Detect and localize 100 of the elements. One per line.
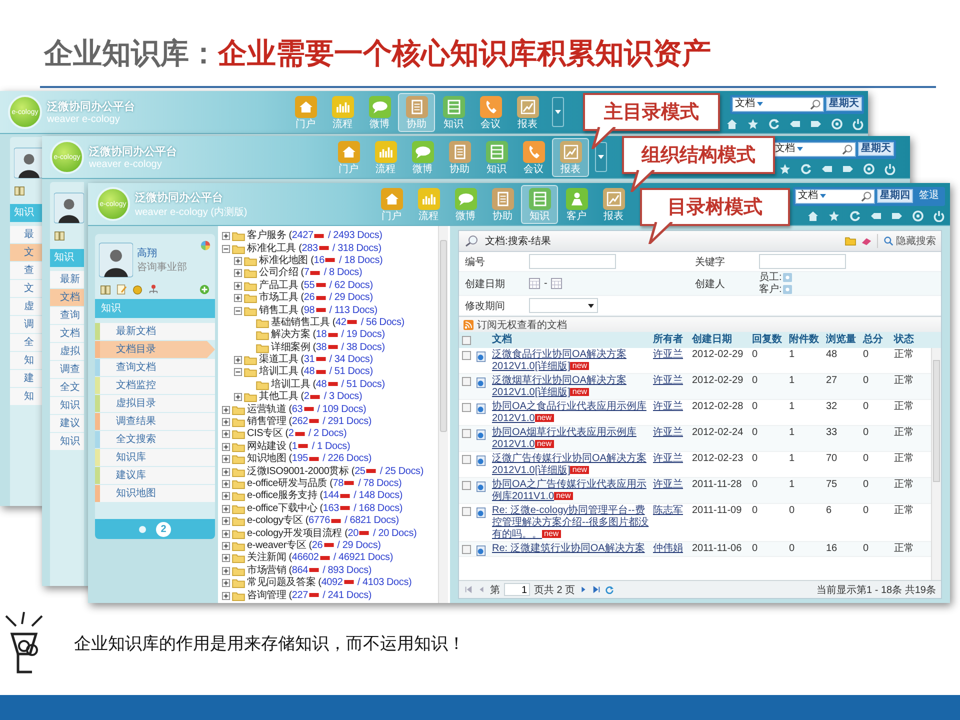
expand-icon[interactable]	[222, 442, 230, 451]
menu-item[interactable]: 文档目录	[95, 341, 215, 358]
checkbox[interactable]	[462, 351, 470, 360]
sidebar-item[interactable]: 文	[10, 244, 43, 261]
nav-tab[interactable]: 客户	[558, 184, 595, 224]
page-dot-icon[interactable]	[139, 526, 146, 532]
tree-item[interactable]: 关注新闻 (46602 / 46921 Docs)	[247, 552, 393, 564]
owner-link[interactable]: 陈志军	[653, 505, 683, 516]
org-chart-icon[interactable]	[148, 284, 159, 295]
checkbox[interactable]	[462, 545, 470, 554]
sidebar-item[interactable]: 知识	[50, 397, 84, 414]
eraser-icon[interactable]	[861, 236, 872, 246]
menu-item[interactable]: 调查结果	[95, 413, 215, 430]
search-icon[interactable]	[810, 98, 821, 110]
scroll-thumb[interactable]	[933, 360, 940, 482]
tree-item[interactable]: e-weaver专区 (26 / 29 Docs)	[247, 540, 381, 552]
tree-item[interactable]: CIS专区 (2 / 2 Docs)	[247, 428, 347, 440]
target-icon[interactable]	[863, 162, 875, 174]
column-header[interactable]: 浏览量	[823, 334, 860, 346]
more-menu-button[interactable]	[595, 142, 607, 172]
expand-icon[interactable]	[222, 232, 230, 240]
logout-button[interactable]: 签退	[915, 189, 943, 203]
column-header[interactable]: 所有者	[650, 334, 689, 346]
search-field[interactable]: 文档	[772, 142, 856, 156]
tree-item[interactable]: 运营轨道 (63 / 109 Docs)	[247, 404, 366, 416]
tree-item[interactable]: 解决方案 (18 / 19 Docs)	[271, 329, 385, 342]
tree-item[interactable]: 市场工具 (26 / 29 Docs)	[259, 292, 373, 304]
sidebar-item[interactable]: 建	[10, 370, 43, 387]
tree-item[interactable]: 网站建设 (1 / 1 Docs)	[247, 440, 350, 453]
owner-link[interactable]: 许亚兰	[653, 375, 683, 386]
tree-item[interactable]: 其他工具 (2 / 3 Docs)	[259, 391, 362, 404]
star-icon[interactable]	[779, 162, 791, 174]
tree-item[interactable]: e-cology开发项目流程 (20 / 20 Docs)	[247, 528, 417, 540]
expand-icon[interactable]	[222, 492, 230, 500]
home-icon[interactable]	[726, 118, 738, 130]
column-header[interactable]: 状态	[891, 334, 924, 346]
column-header[interactable]: 文档	[489, 334, 650, 346]
document-link[interactable]: Re: 泛微建筑行业协同OA解决方案	[492, 543, 650, 555]
owner-link[interactable]: 许亚兰	[653, 479, 683, 490]
tree-item[interactable]: 市场营销 (864 / 893 Docs)	[247, 564, 372, 577]
column-header[interactable]: 回复数	[749, 334, 786, 346]
day-button[interactable]: 星期天	[858, 142, 894, 156]
sidebar-item[interactable]: 全文	[50, 379, 84, 396]
tree-item[interactable]: e-cology专区 (6776 / 6821 Docs)	[247, 515, 399, 528]
power-icon[interactable]	[884, 162, 896, 174]
expand-icon[interactable]	[222, 504, 230, 513]
tree-item[interactable]: 标准化地图 (16 / 18 Docs)	[259, 254, 383, 267]
expand-icon[interactable]	[222, 455, 230, 464]
first-page-icon[interactable]	[464, 585, 473, 594]
tree-item[interactable]: 基础销售工具 (42 / 56 Docs)	[271, 316, 404, 329]
sidebar-item[interactable]: 文档	[50, 325, 84, 342]
sidebar-item[interactable]: 虚拟	[50, 343, 84, 360]
calendar-icon[interactable]	[551, 278, 562, 289]
sidebar-item[interactable]: 知识	[50, 433, 84, 450]
expand-icon[interactable]	[234, 282, 242, 290]
sidebar-item[interactable]: 文	[10, 280, 43, 297]
power-icon[interactable]	[852, 118, 864, 130]
tree-item[interactable]: 渠道工具 (31 / 34 Docs)	[259, 354, 373, 366]
tree-item[interactable]: e-office下载中心 (163 / 168 Docs)	[247, 502, 403, 515]
tree-item[interactable]: 泛微ISO9001-2000贯标 (25 / 25 Docs)	[247, 466, 424, 478]
star-icon[interactable]	[747, 118, 759, 130]
expand-icon[interactable]	[222, 480, 230, 488]
search-icon[interactable]	[861, 190, 872, 202]
menu-item[interactable]: 知识地图	[95, 485, 215, 502]
expand-icon[interactable]	[222, 406, 230, 414]
owner-link[interactable]: 许亚兰	[653, 453, 683, 464]
sidebar-item[interactable]: 查	[10, 262, 43, 279]
sidebar-item[interactable]: 知	[10, 352, 43, 369]
day-button[interactable]: 星期四	[877, 189, 913, 203]
target-icon[interactable]	[831, 118, 843, 130]
expand-icon[interactable]	[222, 430, 230, 438]
tree-item[interactable]: 产品工具 (55 / 62 Docs)	[259, 280, 373, 292]
owner-link[interactable]: 许亚兰	[653, 349, 683, 360]
sidebar-item[interactable]: 虚	[10, 298, 43, 315]
column-header[interactable]: 总分	[860, 334, 891, 346]
subscribe-link[interactable]: 订阅无权查看的文档	[477, 318, 567, 332]
expand-icon[interactable]	[222, 530, 230, 538]
tree-item[interactable]: 常见问题及答案 (4092 / 4103 Docs)	[247, 577, 412, 590]
input-field[interactable]	[529, 254, 616, 269]
tree-item[interactable]: 详细案例 (38 / 38 Docs)	[271, 342, 385, 354]
tree-item[interactable]: e-office服务支持 (144 / 148 Docs)	[247, 490, 403, 502]
expand-icon[interactable]	[222, 566, 230, 575]
document-link[interactable]: 泛微烟草行业协同OA解决方案2012V1.0[详细版] new	[492, 375, 650, 399]
document-link[interactable]: 协同OA烟草行业代表应用示例库2012V1.0 new	[492, 427, 650, 451]
expand-icon[interactable]	[222, 418, 230, 426]
tree-item[interactable]: 知识地图 (195 / 226 Docs)	[247, 453, 372, 466]
checkbox[interactable]	[462, 403, 470, 412]
hide-search-button[interactable]: 隐藏搜索	[877, 234, 936, 248]
collapse-icon[interactable]	[234, 306, 242, 315]
tree-item[interactable]: 标准化工具 (283 / 318 Docs)	[247, 242, 382, 255]
sidebar-item[interactable]: 文档	[50, 289, 84, 306]
expand-icon[interactable]	[234, 393, 242, 402]
expand-icon[interactable]	[222, 468, 230, 476]
more-menu-button[interactable]	[552, 97, 564, 127]
owner-link[interactable]: 许亚兰	[653, 401, 683, 412]
tree-item[interactable]: e-office研发与品质 (78 / 78 Docs)	[247, 478, 402, 490]
nav-tab[interactable]: 报表	[595, 184, 632, 224]
star-icon[interactable]	[828, 210, 840, 222]
expand-icon[interactable]	[222, 592, 230, 600]
scroll-thumb[interactable]	[440, 240, 447, 432]
